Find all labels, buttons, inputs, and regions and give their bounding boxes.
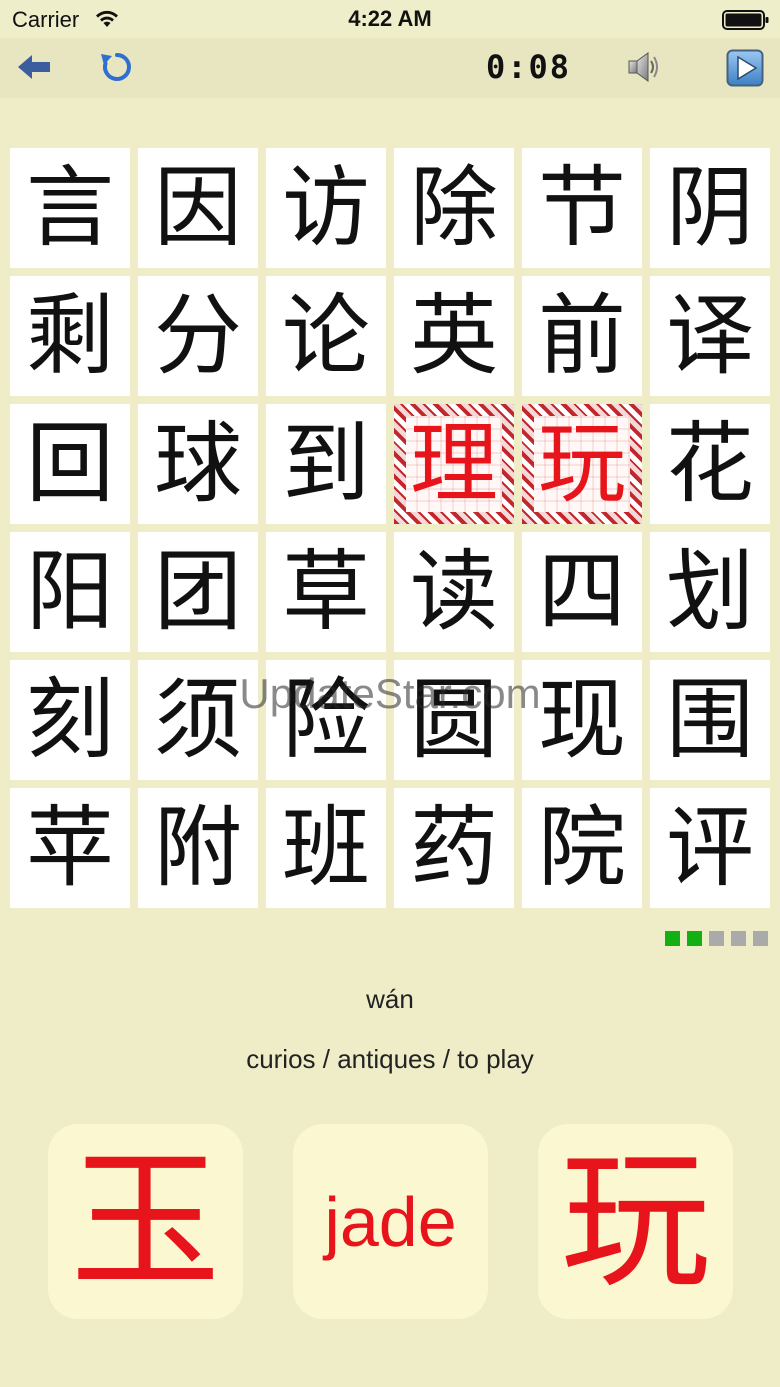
character-grid: 言因访除节阴剩分论英前译回球到理玩花阳团草读四划刻须险圆现围苹附班药院评 — [10, 148, 772, 908]
grid-cell[interactable]: 阳 — [10, 532, 130, 652]
grid-cell-character: 草 — [281, 540, 370, 643]
grid-cell[interactable]: 到 — [266, 404, 386, 524]
grid-cell-character: 论 — [281, 284, 370, 387]
refresh-icon[interactable] — [100, 50, 134, 84]
grid-cell[interactable]: 草 — [266, 532, 386, 652]
grid-cell-character: 剩 — [25, 284, 114, 387]
grid-cell-character: 回 — [25, 412, 114, 515]
grid-cell[interactable]: 附 — [138, 788, 258, 908]
grid-cell-character: 到 — [281, 412, 370, 515]
answer-options: 玉 jade 玩 — [48, 1124, 733, 1319]
speaker-icon[interactable] — [626, 50, 662, 84]
grid-cell-character: 玩 — [537, 412, 626, 515]
grid-cell[interactable]: 划 — [650, 532, 770, 652]
grid-cell-character: 围 — [665, 668, 754, 771]
grid-cell[interactable]: 分 — [138, 276, 258, 396]
grid-cell[interactable]: 剩 — [10, 276, 130, 396]
grid-cell-character: 分 — [153, 284, 242, 387]
grid-cell-character: 院 — [537, 796, 626, 899]
grid-cell-character: 刻 — [25, 668, 114, 771]
grid-cell[interactable]: 球 — [138, 404, 258, 524]
grid-cell-character: 除 — [409, 156, 498, 259]
grid-cell[interactable]: 围 — [650, 660, 770, 780]
grid-cell-character: 团 — [153, 540, 242, 643]
grid-cell-character: 读 — [409, 540, 498, 643]
grid-cell[interactable]: 圆 — [394, 660, 514, 780]
status-time: 4:22 AM — [348, 6, 432, 31]
grid-cell[interactable]: 院 — [522, 788, 642, 908]
grid-cell-character: 球 — [153, 412, 242, 515]
grid-cell[interactable]: 险 — [266, 660, 386, 780]
grid-cell[interactable]: 花 — [650, 404, 770, 524]
grid-cell[interactable]: 药 — [394, 788, 514, 908]
grid-cell-character: 附 — [153, 796, 242, 899]
grid-cell[interactable]: 读 — [394, 532, 514, 652]
grid-cell[interactable]: 阴 — [650, 148, 770, 268]
grid-cell[interactable]: 回 — [10, 404, 130, 524]
grid-cell[interactable]: 英 — [394, 276, 514, 396]
grid-cell-character: 理 — [409, 412, 498, 515]
progress-indicator — [665, 931, 768, 946]
grid-cell-character: 因 — [153, 156, 242, 259]
timer: 0:08 — [486, 48, 572, 86]
toolbar: 0:08 — [0, 38, 780, 98]
grid-cell[interactable]: 除 — [394, 148, 514, 268]
grid-cell[interactable]: 须 — [138, 660, 258, 780]
grid-cell[interactable]: 节 — [522, 148, 642, 268]
grid-cell-character: 英 — [409, 284, 498, 387]
grid-cell-character: 现 — [537, 668, 626, 771]
grid-cell-character: 班 — [281, 796, 370, 899]
grid-cell[interactable]: 访 — [266, 148, 386, 268]
grid-cell[interactable]: 团 — [138, 532, 258, 652]
grid-cell[interactable]: 班 — [266, 788, 386, 908]
grid-cell-character: 访 — [281, 156, 370, 259]
answer-label: jade — [324, 1182, 457, 1261]
grid-cell[interactable]: 译 — [650, 276, 770, 396]
answer-label: 玉 — [70, 1134, 221, 1309]
app-screen: Carrier 4:22 AM 0:08 言 因 访 除 节 阴 剩 分 论 英… — [0, 0, 780, 1387]
grid-cell[interactable]: 理 — [394, 404, 514, 524]
grid-cell-character: 须 — [153, 668, 242, 771]
answer-button-1[interactable]: 玉 — [48, 1124, 243, 1319]
answer-button-3[interactable]: 玩 — [538, 1124, 733, 1319]
grid-cell-character: 圆 — [409, 668, 498, 771]
grid-cell[interactable]: 玩 — [522, 404, 642, 524]
grid-cell-character: 险 — [281, 668, 370, 771]
grid-cell[interactable]: 评 — [650, 788, 770, 908]
progress-dot-pending — [709, 931, 724, 946]
grid-cell-character: 评 — [665, 796, 754, 899]
grid-cell-character: 四 — [537, 540, 626, 643]
back-arrow-icon[interactable] — [16, 52, 52, 82]
grid-cell[interactable]: 刻 — [10, 660, 130, 780]
grid-cell[interactable]: 现 — [522, 660, 642, 780]
grid-cell-character: 划 — [665, 540, 754, 643]
grid-cell[interactable]: 四 — [522, 532, 642, 652]
play-icon[interactable] — [726, 49, 764, 87]
grid-cell[interactable]: 论 — [266, 276, 386, 396]
grid-cell-character: 节 — [537, 156, 626, 259]
grid-cell-character: 花 — [665, 412, 754, 515]
answer-label: 玩 — [560, 1134, 711, 1309]
grid-cell-character: 言 — [25, 156, 114, 259]
grid-cell-character: 苹 — [25, 796, 114, 899]
grid-cell[interactable]: 苹 — [10, 788, 130, 908]
grid-cell-character: 阳 — [25, 540, 114, 643]
grid-cell[interactable]: 言 — [10, 148, 130, 268]
progress-dot-pending — [753, 931, 768, 946]
progress-dot-pending — [731, 931, 746, 946]
battery-icon — [722, 10, 769, 30]
progress-dot-done — [665, 931, 680, 946]
grid-cell-character: 药 — [409, 796, 498, 899]
status-bar: Carrier 4:22 AM — [0, 0, 780, 38]
grid-cell-character: 译 — [665, 284, 754, 387]
pinyin-label: wán — [366, 984, 414, 1014]
grid-cell-character: 前 — [537, 284, 626, 387]
meaning-label: curios / antiques / to play — [246, 1044, 534, 1074]
progress-dot-done — [687, 931, 702, 946]
answer-button-2[interactable]: jade — [293, 1124, 488, 1319]
grid-cell[interactable]: 前 — [522, 276, 642, 396]
grid-cell-character: 阴 — [665, 156, 754, 259]
grid-cell[interactable]: 因 — [138, 148, 258, 268]
